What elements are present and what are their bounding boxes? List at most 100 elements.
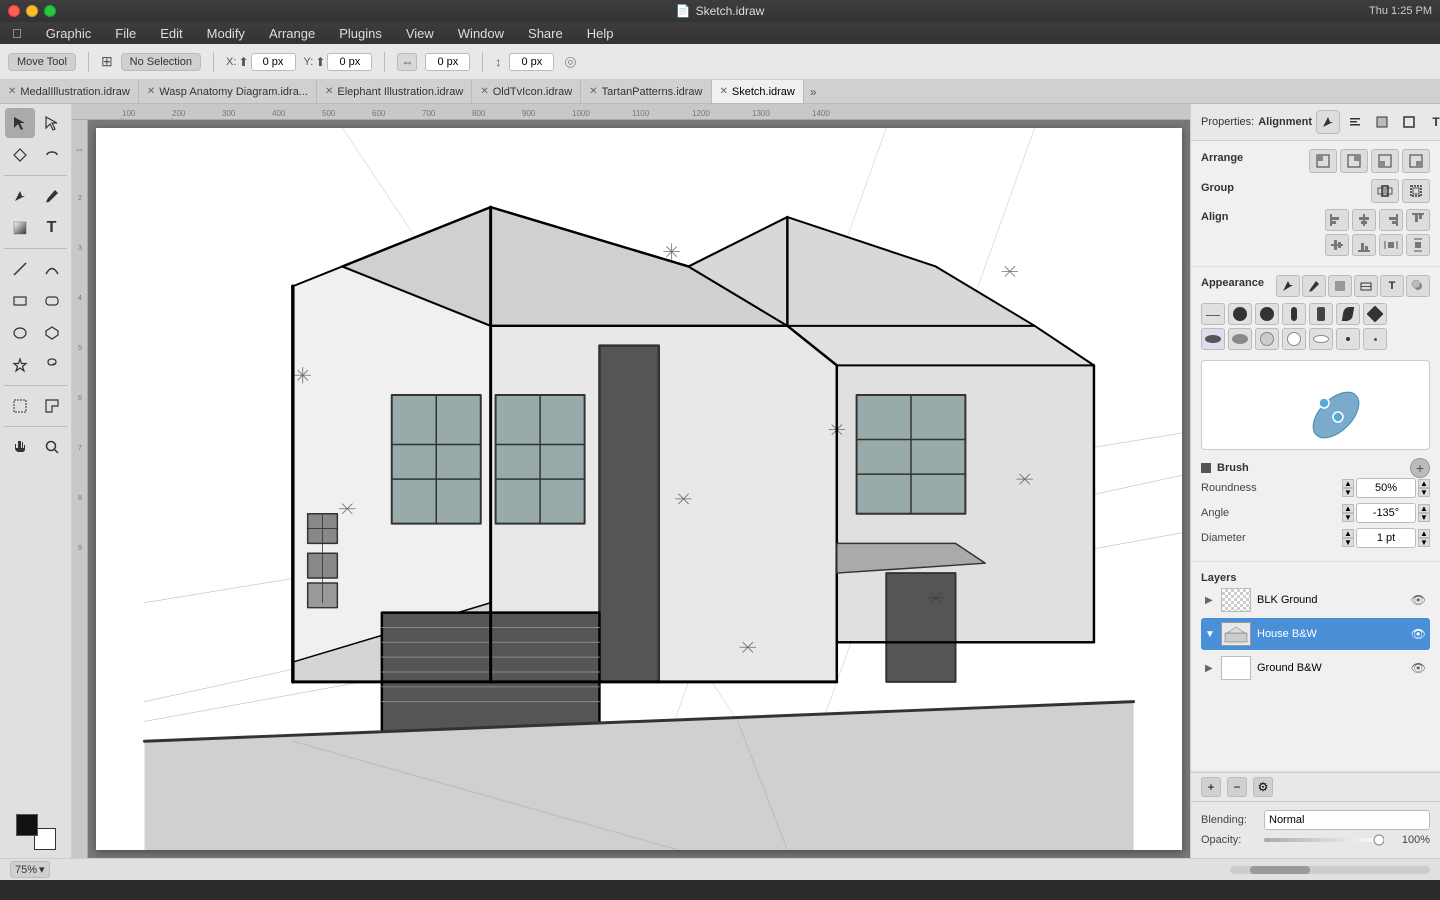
- brush-round-lg[interactable]: [1255, 328, 1279, 350]
- brush-thin-dot[interactable]: [1282, 303, 1306, 325]
- menu-plugins[interactable]: Plugins: [335, 26, 386, 41]
- tab-tartan[interactable]: ✕ TartanPatterns.idraw: [581, 80, 711, 103]
- fullscreen-button[interactable]: [44, 5, 56, 17]
- brush-white-circle[interactable]: [1282, 328, 1306, 350]
- roundness-stepper-right[interactable]: ▲ ▼: [1418, 479, 1430, 497]
- tab-wasp[interactable]: ✕ Wasp Anatomy Diagram.idra...: [139, 80, 317, 103]
- roundness-down-r[interactable]: ▼: [1418, 488, 1430, 497]
- line-tool-btn[interactable]: [5, 254, 35, 284]
- angle-up[interactable]: ▲: [1342, 504, 1354, 513]
- delete-layer-btn[interactable]: −: [1227, 777, 1247, 797]
- menu-share[interactable]: Share: [524, 26, 567, 41]
- diameter-input[interactable]: [1356, 528, 1416, 548]
- layer-ground-bw[interactable]: ▶ Ground B&W 👁: [1201, 652, 1430, 684]
- app-tab-text2[interactable]: T: [1380, 275, 1404, 297]
- link-dimensions-toggle[interactable]: ⇔: [397, 53, 417, 71]
- angle-down[interactable]: ▼: [1342, 513, 1354, 522]
- close-button[interactable]: [8, 5, 20, 17]
- shape-builder-btn[interactable]: [37, 391, 67, 421]
- layer-settings-btn[interactable]: ⚙: [1253, 777, 1273, 797]
- align-left[interactable]: [1325, 209, 1349, 231]
- rect-select-tool-btn[interactable]: [5, 391, 35, 421]
- layer-visibility-house-bw[interactable]: 👁: [1411, 627, 1426, 641]
- arrange-btn-1[interactable]: [1309, 149, 1337, 173]
- width-input[interactable]: [425, 53, 470, 71]
- y-stepper[interactable]: ⬆: [315, 55, 325, 69]
- brush-dash-btn[interactable]: —: [1201, 303, 1225, 325]
- angle-up-r[interactable]: ▲: [1418, 504, 1430, 513]
- brush-tool-btn[interactable]: [37, 181, 67, 211]
- tab-overflow-btn[interactable]: »: [804, 80, 823, 103]
- blending-select[interactable]: Normal Multiply Screen Overlay Darken Li…: [1264, 810, 1430, 830]
- layer-blk-ground[interactable]: ▶ BLK Ground 👁: [1201, 584, 1430, 616]
- align-top[interactable]: [1406, 209, 1430, 231]
- arc-tool-btn[interactable]: [37, 254, 67, 284]
- arrange-btn-2[interactable]: [1340, 149, 1368, 173]
- tab-close-6[interactable]: ✕: [720, 86, 728, 97]
- brush-square-dot[interactable]: [1363, 303, 1387, 325]
- add-layer-btn[interactable]: +: [1201, 777, 1221, 797]
- layer-visibility-blk-ground[interactable]: 👁: [1411, 593, 1426, 607]
- zoom-select[interactable]: 75% ▾: [10, 861, 50, 878]
- x-stepper[interactable]: ⬆: [238, 55, 248, 69]
- brush-oval-2[interactable]: [1228, 328, 1252, 350]
- arrange-btn-4[interactable]: [1402, 149, 1430, 173]
- rounded-rect-tool-btn[interactable]: [37, 286, 67, 316]
- brush-dot-sm2[interactable]: [1336, 328, 1360, 350]
- align-right[interactable]: [1379, 209, 1403, 231]
- menu-help[interactable]: Help: [583, 26, 618, 41]
- brush-round-btn[interactable]: [1228, 303, 1252, 325]
- roundness-up-r[interactable]: ▲: [1418, 479, 1430, 488]
- angle-stepper[interactable]: ▲ ▼: [1342, 504, 1354, 522]
- y-input[interactable]: [327, 53, 372, 71]
- align-center-v[interactable]: [1325, 234, 1349, 256]
- distribute-v[interactable]: [1406, 234, 1430, 256]
- expand-blk-ground[interactable]: ▶: [1205, 595, 1215, 606]
- brush-oval-1[interactable]: [1201, 328, 1225, 350]
- menu-edit[interactable]: Edit: [156, 26, 186, 41]
- panel-tab-fill[interactable]: [1370, 110, 1394, 134]
- menu-modify[interactable]: Modify: [203, 26, 249, 41]
- diameter-up-r[interactable]: ▲: [1418, 529, 1430, 538]
- more-options-icon[interactable]: ◎: [564, 53, 576, 70]
- align-center-h[interactable]: [1352, 209, 1376, 231]
- roundness-up[interactable]: ▲: [1342, 479, 1354, 488]
- minimize-button[interactable]: [26, 5, 38, 17]
- pan-tool-btn[interactable]: [5, 432, 35, 462]
- brush-thick-dot[interactable]: [1309, 303, 1333, 325]
- tab-sketch[interactable]: ✕ Sketch.idraw: [712, 80, 804, 103]
- brush-circle-btn[interactable]: [1255, 303, 1279, 325]
- menu-apple[interactable]: : [8, 26, 26, 41]
- foreground-color-swatch[interactable]: [16, 814, 38, 836]
- align-bottom[interactable]: [1352, 234, 1376, 256]
- direct-select-tool-btn[interactable]: [37, 108, 67, 138]
- brush-italic-dot[interactable]: [1336, 303, 1360, 325]
- diameter-up[interactable]: ▲: [1342, 529, 1354, 538]
- brush-dot-tiny[interactable]: [1363, 328, 1387, 350]
- add-brush-btn[interactable]: +: [1410, 458, 1430, 478]
- smooth-node-btn[interactable]: [37, 140, 67, 170]
- distribute-h[interactable]: [1379, 234, 1403, 256]
- menu-window[interactable]: Window: [454, 26, 508, 41]
- diameter-stepper-right[interactable]: ▲ ▼: [1418, 529, 1430, 547]
- menu-view[interactable]: View: [402, 26, 438, 41]
- roundness-input[interactable]: [1356, 478, 1416, 498]
- polygon-tool-btn[interactable]: [37, 318, 67, 348]
- canvas-area[interactable]: [88, 120, 1190, 858]
- diameter-down-r[interactable]: ▼: [1418, 538, 1430, 547]
- layer-house-bw[interactable]: ▼ House B&W 👁: [1201, 618, 1430, 650]
- zoom-tool-btn[interactable]: [37, 432, 67, 462]
- horizontal-scrollbar[interactable]: [1230, 866, 1430, 874]
- select-tool-btn[interactable]: [5, 108, 35, 138]
- tab-close-4[interactable]: ✕: [480, 86, 488, 97]
- app-tab-eraser[interactable]: [1354, 275, 1378, 297]
- diameter-down[interactable]: ▼: [1342, 538, 1354, 547]
- text-tool-btn[interactable]: T: [37, 213, 67, 243]
- angle-down-r[interactable]: ▼: [1418, 513, 1430, 522]
- tab-oldtv[interactable]: ✕ OldTvIcon.idraw: [472, 80, 581, 103]
- opacity-slider-track[interactable]: [1264, 834, 1384, 846]
- panel-tab-pen[interactable]: [1316, 110, 1340, 134]
- expand-ground-bw[interactable]: ▶: [1205, 663, 1215, 674]
- selection-grid-icon[interactable]: ⊞: [101, 53, 113, 70]
- panel-tab-text[interactable]: T: [1424, 110, 1440, 134]
